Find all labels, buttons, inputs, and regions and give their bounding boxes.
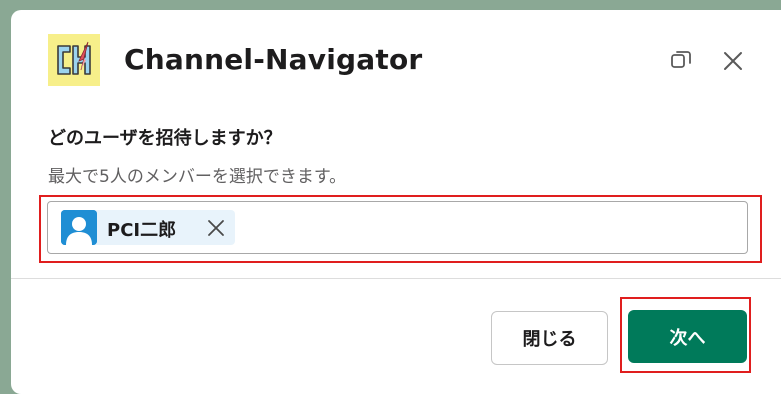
close-icon[interactable]	[720, 48, 746, 74]
next-highlight-box	[620, 297, 751, 373]
channel-navigator-logo	[48, 34, 100, 86]
popout-icon[interactable]	[668, 48, 694, 74]
close-button[interactable]: 閉じる	[491, 311, 608, 365]
member-limit-hint: 最大で5人のメンバーを選択できます。	[48, 167, 347, 187]
invite-question: どのユーザを招待しますか？	[48, 128, 282, 149]
footer-divider	[11, 278, 781, 279]
dialog-title: Channel-Navigator	[124, 43, 423, 76]
invite-dialog: Channel-Navigator どのユーザを招待しますか？ 最大で5人のメン…	[11, 10, 781, 394]
input-highlight-box	[39, 195, 762, 263]
dialog-header: Channel-Navigator	[11, 10, 781, 114]
